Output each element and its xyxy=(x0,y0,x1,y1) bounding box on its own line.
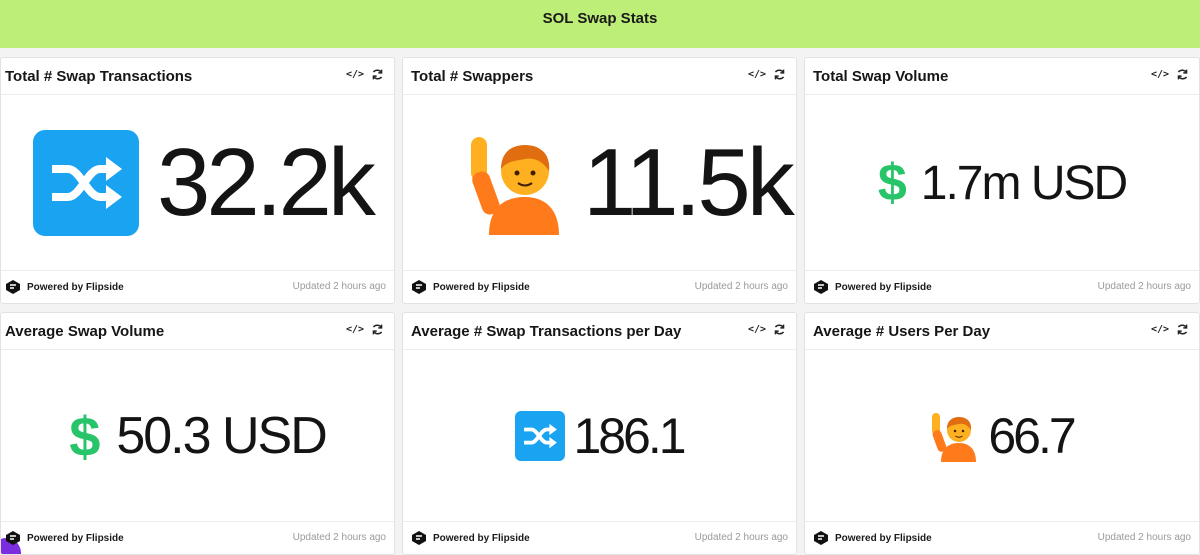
card-title: Total # Swappers xyxy=(411,68,534,85)
card-footer: Powered by Flipside Updated 2 hours ago xyxy=(403,270,796,303)
shuffle-icon xyxy=(33,130,139,236)
stat-card-total-swappers: Total # Swappers </> 11.5k Powered by Fl… xyxy=(402,57,797,304)
shuffle-icon xyxy=(515,411,566,461)
flipside-logo-icon xyxy=(814,280,828,294)
card-header: Total Swap Volume </> xyxy=(805,58,1199,95)
dashboard-title: SOL Swap Stats xyxy=(542,9,658,27)
stat-value: 50.3 USD xyxy=(116,407,327,465)
powered-by-label: Powered by Flipside xyxy=(835,281,932,293)
stat-card-total-swap-transactions: Total # Swap Transactions </> 32.2k Powe… xyxy=(0,57,395,304)
card-title: Average Swap Volume xyxy=(5,323,165,340)
powered-by-label: Powered by Flipside xyxy=(433,281,530,293)
powered-by-label: Powered by Flipside xyxy=(835,532,932,544)
embed-code-icon[interactable]: </> xyxy=(346,67,364,81)
refresh-icon[interactable] xyxy=(772,322,786,336)
powered-by-label: Powered by Flipside xyxy=(433,532,530,544)
dollar-icon: $ xyxy=(69,404,101,468)
refresh-icon[interactable] xyxy=(370,322,384,336)
card-body: 11.5k xyxy=(403,96,796,270)
flipside-logo-icon xyxy=(6,531,20,545)
flipside-brand[interactable]: Powered by Flipside xyxy=(813,279,932,295)
card-body: 66.7 xyxy=(805,351,1199,521)
card-footer: Powered by Flipside Updated 2 hours ago xyxy=(1,521,394,554)
stat-card-average-users-per-day: Average # Users Per Day </> 66.7 Powered… xyxy=(804,312,1200,555)
flipside-brand[interactable]: Powered by Flipside xyxy=(411,530,530,546)
embed-code-icon[interactable]: </> xyxy=(346,322,364,336)
flipside-logo-icon xyxy=(814,531,828,545)
flipside-logo-icon xyxy=(412,280,426,294)
card-body: $ 50.3 USD xyxy=(1,351,394,521)
stat-card-total-swap-volume: Total Swap Volume </> $ 1.7m USD Powered… xyxy=(804,57,1200,304)
embed-code-icon[interactable]: </> xyxy=(1151,67,1169,81)
refresh-icon[interactable] xyxy=(1175,322,1189,336)
card-title: Average # Swap Transactions per Day xyxy=(411,323,682,340)
flipside-logo-icon xyxy=(412,531,426,545)
stat-value: 186.1 xyxy=(573,408,686,464)
stat-value: 11.5k xyxy=(583,129,795,236)
card-footer: Powered by Flipside Updated 2 hours ago xyxy=(805,270,1199,303)
card-header: Average # Swap Transactions per Day </> xyxy=(403,313,796,350)
card-body: 32.2k xyxy=(1,96,394,270)
stat-card-average-swap-transactions-per-day: Average # Swap Transactions per Day </> … xyxy=(402,312,797,555)
updated-timestamp: Updated 2 hours ago xyxy=(292,281,386,292)
updated-timestamp: Updated 2 hours ago xyxy=(292,532,386,543)
stat-card-average-swap-volume: Average Swap Volume </> $ 50.3 USD Power… xyxy=(0,312,395,555)
updated-timestamp: Updated 2 hours ago xyxy=(1097,532,1191,543)
dashboard-banner: SOL Swap Stats xyxy=(0,0,1200,48)
person-raising-hand-icon xyxy=(932,413,977,462)
card-footer: Powered by Flipside Updated 2 hours ago xyxy=(403,521,796,554)
card-title: Total # Swap Transactions xyxy=(5,68,193,85)
flipside-brand[interactable]: Powered by Flipside xyxy=(5,530,124,546)
flipside-brand[interactable]: Powered by Flipside xyxy=(813,530,932,546)
person-raising-hand-icon xyxy=(471,137,559,235)
card-header: Average Swap Volume </> xyxy=(1,313,394,350)
updated-timestamp: Updated 2 hours ago xyxy=(694,532,788,543)
powered-by-label: Powered by Flipside xyxy=(27,532,124,544)
flipside-logo-icon xyxy=(6,280,20,294)
powered-by-label: Powered by Flipside xyxy=(27,281,124,293)
flipside-brand[interactable]: Powered by Flipside xyxy=(411,279,530,295)
stat-value: 1.7m USD xyxy=(920,156,1128,210)
stat-value: 32.2k xyxy=(157,129,376,236)
card-footer: Powered by Flipside Updated 2 hours ago xyxy=(1,270,394,303)
dollar-icon: $ xyxy=(877,154,907,212)
card-header: Total # Swap Transactions </> xyxy=(1,58,394,95)
updated-timestamp: Updated 2 hours ago xyxy=(1097,281,1191,292)
refresh-icon[interactable] xyxy=(772,67,786,81)
card-title: Average # Users Per Day xyxy=(813,323,991,340)
embed-code-icon[interactable]: </> xyxy=(748,67,766,81)
card-header: Average # Users Per Day </> xyxy=(805,313,1199,350)
card-title: Total Swap Volume xyxy=(813,68,949,85)
refresh-icon[interactable] xyxy=(370,67,384,81)
embed-code-icon[interactable]: </> xyxy=(748,322,766,336)
flipside-brand[interactable]: Powered by Flipside xyxy=(5,279,124,295)
updated-timestamp: Updated 2 hours ago xyxy=(694,281,788,292)
card-header: Total # Swappers </> xyxy=(403,58,796,95)
stat-value: 66.7 xyxy=(988,408,1076,464)
card-body: 186.1 xyxy=(403,351,796,521)
embed-code-icon[interactable]: </> xyxy=(1151,322,1169,336)
refresh-icon[interactable] xyxy=(1175,67,1189,81)
card-body: $ 1.7m USD xyxy=(805,96,1199,270)
card-footer: Powered by Flipside Updated 2 hours ago xyxy=(805,521,1199,554)
